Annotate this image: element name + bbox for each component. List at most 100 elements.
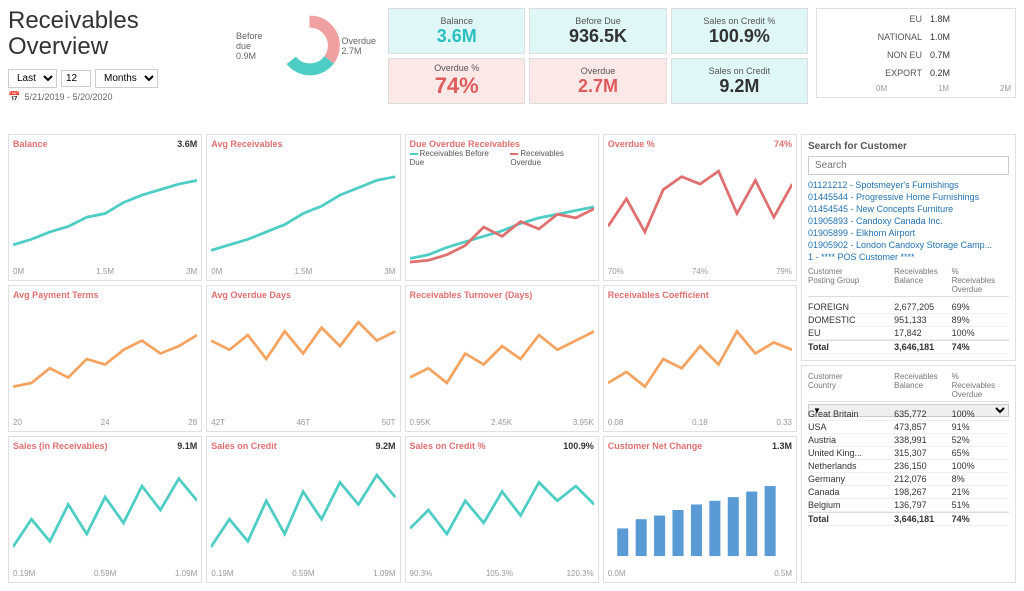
sales-on-credit-sparkline [211, 451, 395, 569]
net-change-title: Customer Net Change [608, 441, 703, 451]
sales-credit-pct-title: Sales on Credit % [410, 441, 486, 451]
region-bar-chart: EU 1.8M NATIONAL 1.0M NON [816, 8, 1016, 98]
due-overdue-legend: Receivables Before Due Receivables Overd… [410, 149, 594, 167]
sales-in-rec-title: Sales (in Receivables) [13, 441, 108, 451]
ct-row-2: Austria 338,991 52% [808, 434, 1009, 447]
ct-col-balance: ReceivablesBalance [894, 372, 951, 399]
avg-overdue-days-body [211, 300, 395, 418]
overdue-pct-sparkline [608, 149, 792, 267]
chart-net-change: Customer Net Change 1.3M [603, 436, 797, 583]
avg-overdue-days-title: Avg Overdue Days [211, 290, 291, 300]
overdue-pct-title: Overdue % [608, 139, 655, 149]
customer-item-4[interactable]: 01905899 - Elkhorn Airport [808, 227, 1009, 239]
sales-on-credit-title: Sales on Credit [211, 441, 277, 451]
unit-select[interactable]: Months [95, 69, 158, 88]
pg-row-domestic: DOMESTIC 951,133 89% [808, 314, 1009, 327]
avg-rec-body [211, 149, 395, 267]
search-panel: Search for Customer 01121212 - Spotsmeye… [801, 134, 1016, 361]
avg-rec-sparkline [211, 149, 395, 267]
export-label: EXPORT [867, 68, 922, 78]
calendar-icon: 📅 [8, 92, 20, 103]
sales-on-credit-body [211, 451, 395, 569]
sales-in-rec-sparkline [13, 451, 197, 569]
chart-row-3: Sales (in Receivables) 9.1M 0.19M0.59M1.… [8, 436, 797, 583]
pg-eu-balance: 17,842 [894, 328, 951, 338]
chart-avg-payment: Avg Payment Terms 202428 [8, 285, 202, 432]
customer-item-0[interactable]: 01121212 - Spotsmeyer's Furnishings [808, 179, 1009, 191]
kpi-before-due-value: 936.5K [569, 26, 627, 47]
noneu-label: NON EU [867, 50, 922, 60]
pg-total-pct: 74% [952, 342, 1009, 352]
chart-rec-turnover: Receivables Turnover (Days) 0.95K2.45K3.… [405, 285, 599, 432]
kpi-sales-credit-label: Sales on Credit [709, 66, 771, 76]
chart-rec-coeff: Receivables Coefficient 0.080.180.33 [603, 285, 797, 432]
ct-row-1: USA 473,857 91% [808, 421, 1009, 434]
customer-item-6[interactable]: 1 - **** POS Customer **** [808, 251, 1009, 263]
period-select[interactable]: Last [8, 69, 57, 88]
due-overdue-sparkline [410, 169, 594, 276]
due-overdue-title: Due Overdue Receivables [410, 139, 521, 149]
donut-area: Before due 0.9M Overdue 2.7M [236, 8, 380, 83]
pg-eu-pct: 100% [952, 328, 1009, 338]
ct-row-0: Great Britain 635,772 100% [808, 408, 1009, 421]
customer-item-3[interactable]: 01905893 - Candoxy Canada Inc. [808, 215, 1009, 227]
kpi-before-due-label: Before Due [575, 16, 621, 26]
sales-credit-pct-sparkline [410, 451, 594, 569]
customer-item-2[interactable]: 01454545 - New Concepts Furniture [808, 203, 1009, 215]
balance-sparkline [13, 149, 197, 267]
kpi-overdue-value: 2.7M [578, 76, 618, 97]
eu-val: 1.8M [930, 14, 965, 24]
chart-balance-value: 3.6M [177, 139, 197, 149]
rec-turnover-body [410, 300, 594, 418]
before-due-label: Before due 0.9M [236, 31, 274, 61]
pg-total-balance: 3,646,181 [894, 342, 951, 352]
kpi-balance: Balance 3.6M [388, 8, 525, 54]
dashboard: Receivables Overview Last Months 📅 5/21/… [0, 0, 1024, 591]
chart-sales-in-rec: Sales (in Receivables) 9.1M 0.19M0.59M1.… [8, 436, 202, 583]
pg-col-pct: %ReceivablesOverdue [952, 267, 1009, 294]
kpi-before-due: Before Due 936.5K [529, 8, 666, 54]
kpi-overdue-pct-label: Overdue % [434, 63, 479, 73]
pg-foreign-pct: 69% [952, 302, 1009, 312]
pg-eu-label: EU [808, 328, 894, 338]
pg-domestic-label: DOMESTIC [808, 315, 894, 325]
sales-credit-pct-val: 100.9% [563, 441, 594, 451]
main-content: Balance 3.6M 0M1.5M3M Avg Rece [8, 134, 1016, 583]
overdue-label: Overdue 2.7M [342, 36, 377, 56]
chart-due-overdue: Due Overdue Receivables Receivables Befo… [405, 134, 599, 281]
chart-avg-receivables: Avg Receivables 0M1.5M3M [206, 134, 400, 281]
customer-item-5[interactable]: 01905902 - London Candoxy Storage Camp..… [808, 239, 1009, 251]
kpi-sales-credit: Sales on Credit 9.2M [671, 58, 808, 104]
date-row: 📅 5/21/2019 - 5/20/2020 [8, 92, 228, 103]
pg-col-balance: ReceivablesBalance [894, 267, 951, 294]
donut-labels-right: Overdue 2.7M [342, 36, 377, 56]
ct-row-5: Germany 212,076 8% [808, 473, 1009, 486]
avg-overdue-sparkline [211, 300, 395, 418]
overdue-pct-val: 74% [774, 139, 792, 149]
kpi-sales-credit-pct: Sales on Credit % 100.9% [671, 8, 808, 54]
net-change-val: 1.3M [772, 441, 792, 451]
customer-item-1[interactable]: 01445544 - Progressive Home Furnishings [808, 191, 1009, 203]
page-title: Receivables Overview [8, 8, 228, 61]
kpi-sales-credit-pct-label: Sales on Credit % [703, 16, 775, 26]
ct-col-pct: %ReceivablesOverdue [952, 372, 1009, 399]
kpi-overdue-pct-value: 74% [435, 73, 479, 99]
overdue-pct-body [608, 149, 792, 267]
ct-row-total: Total 3,646,181 74% [808, 512, 1009, 526]
customer-list: 01121212 - Spotsmeyer's Furnishings 0144… [808, 179, 1009, 263]
posting-group-table: CustomerPosting Group ReceivablesBalance… [808, 267, 1009, 354]
rec-coeff-sparkline [608, 300, 792, 418]
pg-col-group: CustomerPosting Group [808, 267, 894, 294]
search-input[interactable] [808, 156, 1009, 175]
posting-group-header: CustomerPosting Group ReceivablesBalance… [808, 267, 1009, 297]
search-title: Search for Customer [808, 141, 1009, 152]
country-table-panel: CustomerCountry ReceivablesBalance %Rece… [801, 365, 1016, 583]
period-number-input[interactable] [61, 70, 91, 87]
donut-chart [278, 8, 342, 83]
export-val: 0.2M [930, 68, 965, 78]
sales-in-rec-val: 9.1M [177, 441, 197, 451]
avg-payment-body [13, 300, 197, 418]
ct-row-7: Belgium 136,797 51% [808, 499, 1009, 512]
ct-col-country: CustomerCountry [808, 372, 894, 399]
rec-turnover-sparkline [410, 300, 594, 418]
